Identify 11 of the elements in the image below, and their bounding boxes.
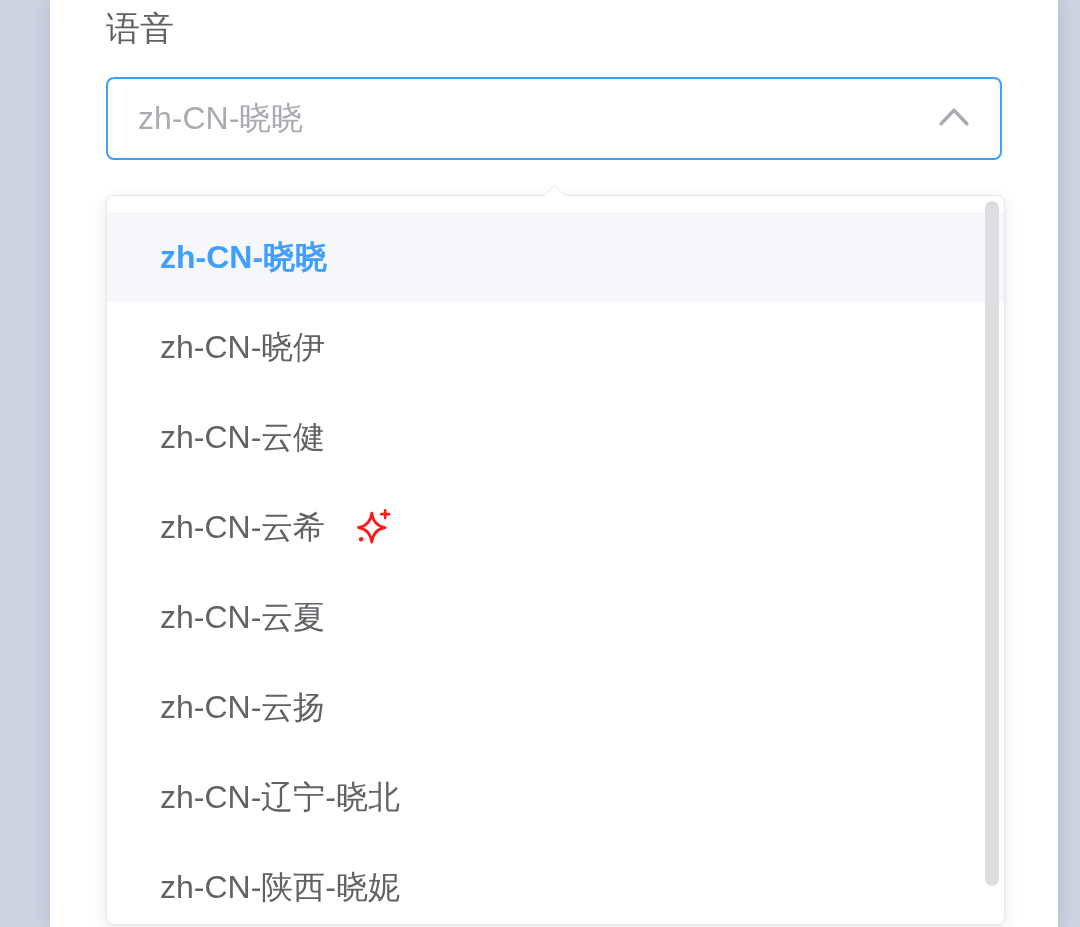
dropdown-option[interactable]: zh-CN-云希	[107, 482, 1004, 572]
chevron-up-icon	[939, 108, 969, 126]
dropdown-option[interactable]: zh-CN-云扬	[107, 662, 1004, 752]
scrollbar-thumb[interactable]	[985, 201, 999, 886]
dropdown-option[interactable]: zh-CN-辽宁-晓北	[107, 752, 1004, 842]
dropdown-option[interactable]: zh-CN-陕西-晓妮	[107, 842, 1004, 924]
voice-select-field[interactable]: zh-CN-晓晓	[106, 77, 1002, 160]
field-label: 语音	[106, 8, 174, 49]
dropdown-option[interactable]: zh-CN-云健	[107, 392, 1004, 482]
dropdown-option[interactable]: zh-CN-云夏	[107, 572, 1004, 662]
dropdown-option[interactable]: zh-CN-晓伊	[107, 302, 1004, 392]
